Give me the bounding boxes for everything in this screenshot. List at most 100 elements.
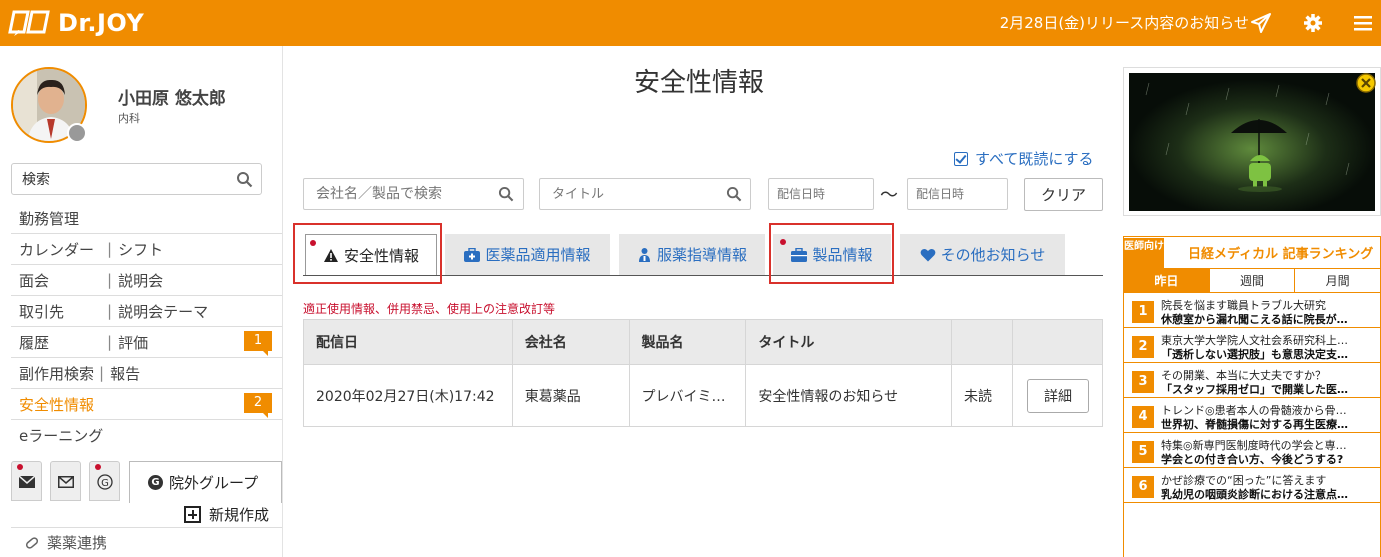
rank-number: 2 (1132, 336, 1154, 358)
search-icon[interactable] (498, 186, 514, 202)
column-header-product[interactable]: 製品名 (628, 319, 747, 365)
highlight-box (769, 223, 894, 284)
new-create-button[interactable]: 新規作成 (184, 504, 269, 525)
menu-label[interactable]: 勤務管理 (19, 208, 79, 229)
paper-plane-icon[interactable] (1248, 10, 1274, 36)
clear-button[interactable]: クリア (1024, 178, 1103, 211)
menu-item-report[interactable]: 報告 (110, 363, 140, 384)
logo[interactable]: Dr.JOY (8, 8, 144, 38)
outside-group-tab[interactable]: G 院外グループ (129, 461, 282, 503)
cell-product: プレバイミ… (628, 364, 747, 427)
notification-badge: 2 (244, 393, 272, 418)
logo-text: Dr.JOY (58, 9, 145, 37)
menu-item-clients[interactable]: 取引先 (19, 301, 107, 322)
svg-text:G: G (101, 478, 109, 489)
menu-label[interactable]: eラーニング (19, 425, 103, 446)
ranking-tabs: 昨日 週間 月間 (1124, 269, 1381, 293)
unread-dot (17, 464, 23, 470)
menu-item-meeting[interactable]: 面会 (19, 270, 107, 291)
ranking-tab-weekly[interactable]: 週間 (1209, 269, 1296, 293)
page-title: 安全性情報 (634, 68, 765, 98)
mail-outline-icon (58, 476, 74, 488)
ranking-item[interactable]: 6 かぜ診療での“困った”に答えます 乳幼児の咽頭炎診断における注意点… (1124, 468, 1380, 503)
cell-date: 2020年02月27日(木)17:42 (303, 364, 513, 427)
close-ad-icon[interactable] (1356, 73, 1376, 93)
search-icon[interactable] (726, 186, 742, 202)
rank-headline: 「透析しない選択肢」も意思決定支… (1161, 348, 1348, 361)
rank-number: 1 (1132, 301, 1154, 323)
menu-row-history: 履歴 | 評価 1 (11, 327, 282, 358)
mark-all-read-link[interactable]: すべて既読にする (954, 148, 1094, 169)
table-row[interactable]: 2020年02月27日(木)17:42 東葛薬品 プレバイミ… 安全性情報のお知… (303, 364, 1104, 427)
menu-item-history[interactable]: 履歴 (19, 332, 107, 353)
rank-number: 6 (1132, 476, 1154, 498)
ranking-item[interactable]: 5 特集◎新専門医制度時代の学会と専… 学会との付き合い方、今後どうする? (1124, 433, 1380, 468)
pharmacy-link-label: 薬薬連携 (47, 534, 108, 552)
hamburger-menu-icon[interactable] (1351, 10, 1377, 36)
group-icon: G (148, 475, 163, 490)
mark-all-read-label: すべて既読にする (975, 150, 1094, 168)
tab-drug-application-info[interactable]: 医薬品適用情報 (445, 234, 610, 275)
sidebar: 小田原 悠太郎 内科 勤務管理 カレンダー|シフト 面会|説明会 取引先|説明会… (0, 46, 283, 557)
rank-number: 5 (1132, 441, 1154, 463)
ranking-item[interactable]: 1 院長を悩ます職員トラブル大研究 休憩室から漏れ聞こえる話に院長が… (1124, 293, 1380, 328)
notification-badge: 1 (244, 331, 272, 356)
menu-item-safety-info[interactable]: 安全性情報 2 (11, 389, 282, 420)
pharmacy-link-item[interactable]: 薬薬連携 (11, 527, 282, 557)
ranking-item[interactable]: 2 東京大学大学院人文社会系研究科上… 「透析しない選択肢」も意思決定支… (1124, 328, 1380, 363)
ranking-title[interactable]: 日経メディカル 記事ランキング (1188, 243, 1373, 262)
column-header-company[interactable]: 会社名 (511, 319, 630, 365)
top-header: Dr.JOY 2月28日(金)リリース内容のお知らせ (0, 0, 1381, 46)
menu-item-side-effect-search[interactable]: 副作用検索 (19, 363, 99, 384)
company-product-search-input[interactable] (303, 178, 524, 210)
title-search-input[interactable] (539, 178, 751, 210)
tab-medication-guidance[interactable]: 服薬指導情報 (619, 234, 765, 275)
ranking-tab-yesterday[interactable]: 昨日 (1124, 269, 1210, 293)
rank-headline: 乳幼児の咽頭炎診断における注意点… (1161, 488, 1348, 501)
ad-image (1129, 73, 1375, 211)
release-notice-link[interactable]: 2月28日(金)リリース内容のお知らせ (1000, 12, 1249, 33)
ranking-item[interactable]: 4 トレンド◎患者本人の骨髄液から骨… 世界初、脊髄損傷に対する再生医療… (1124, 398, 1380, 433)
cell-action: 詳細 (1011, 364, 1104, 427)
user-department: 内科 (118, 112, 140, 125)
menu-item-shift[interactable]: シフト (118, 239, 163, 260)
menu-item-briefing[interactable]: 説明会 (118, 270, 163, 291)
rank-headline: 「スタッフ採用ゼロ」で開業した医… (1161, 383, 1348, 396)
checkbox-icon (954, 151, 968, 166)
sidebar-search-input[interactable] (11, 163, 262, 195)
camera-icon[interactable] (67, 123, 87, 143)
group-mail-tab[interactable]: G (89, 461, 120, 501)
detail-button[interactable]: 詳細 (1026, 378, 1089, 413)
mail-outline-tab[interactable] (50, 461, 81, 501)
column-header-title[interactable]: タイトル (745, 319, 953, 365)
cell-status-unread: 未読 (951, 364, 1013, 427)
menu-label[interactable]: 安全性情報 (19, 394, 94, 415)
date-from-input[interactable] (768, 178, 874, 210)
ranking-header: 医師向け 日経メディカル 記事ランキング (1124, 237, 1380, 269)
menu-item-calendar[interactable]: カレンダー (19, 239, 107, 260)
cell-title[interactable]: 安全性情報のお知らせ (745, 364, 953, 427)
ad-illustration (1129, 73, 1375, 211)
group-circle-icon: G (97, 474, 113, 490)
user-name: 小田原 悠太郎 (118, 89, 226, 109)
tab-label: 服薬指導情報 (656, 246, 747, 264)
menu-row-clients: 取引先 | 説明会テーマ (11, 296, 282, 327)
rank-headline: 休憩室から漏れ聞こえる話に院長が… (1161, 313, 1348, 326)
mail-filled-tab[interactable] (11, 461, 42, 501)
search-icon[interactable] (236, 171, 253, 188)
menu-item-elearning[interactable]: eラーニング (11, 420, 282, 451)
tab-other-notices[interactable]: その他お知らせ (900, 234, 1065, 275)
article-ranking-panel: 医師向け 日経メディカル 記事ランキング 昨日 週間 月間 1 院長を悩ます職員ト… (1123, 236, 1381, 557)
ad-banner[interactable] (1123, 67, 1381, 216)
date-to-input[interactable] (907, 178, 1008, 210)
rank-number: 3 (1132, 371, 1154, 393)
ranking-item[interactable]: 3 その開業、本当に大丈夫ですか？ 「スタッフ採用ゼロ」で開業した医… (1124, 363, 1380, 398)
menu-item-attendance[interactable]: 勤務管理 (11, 203, 282, 234)
rank-headline: 学会との付き合い方、今後どうする? (1161, 453, 1344, 466)
gear-icon[interactable] (1300, 10, 1326, 36)
ranking-tab-monthly[interactable]: 月間 (1295, 269, 1381, 293)
menu-item-evaluation[interactable]: 評価 (118, 332, 148, 353)
column-header-date[interactable]: 配信日 (303, 319, 513, 365)
menu-item-briefing-theme[interactable]: 説明会テーマ (118, 301, 208, 322)
menu-row-calendar: カレンダー | シフト (11, 234, 282, 265)
